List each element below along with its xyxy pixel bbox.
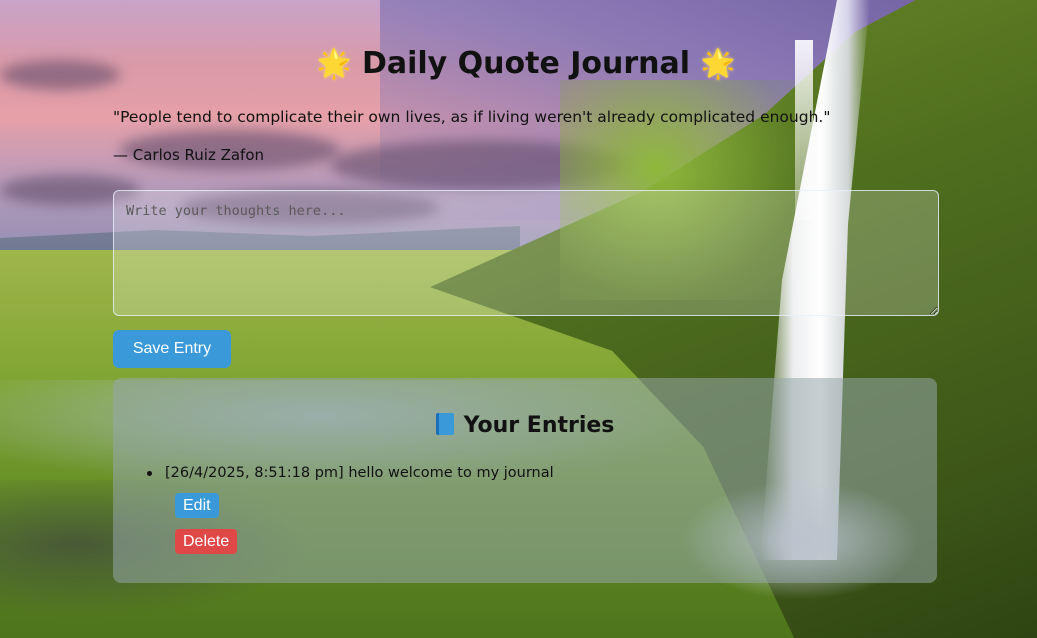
entries-list: [26/4/2025, 8:51:18 pm] hello welcome to… xyxy=(145,462,554,554)
save-entry-button[interactable]: Save Entry xyxy=(113,330,231,368)
page-title: 🌟 Daily Quote Journal 🌟 xyxy=(113,44,939,84)
star-icon: 🌟 xyxy=(316,47,352,80)
entry-text: [26/4/2025, 8:51:18 pm] hello welcome to… xyxy=(165,465,554,481)
edit-button[interactable]: Edit xyxy=(175,493,219,518)
bullet-icon xyxy=(147,471,152,476)
entries-heading-text: Your Entries xyxy=(463,413,615,438)
entries-panel: Your Entries [26/4/2025, 8:51:18 pm] hel… xyxy=(113,378,937,583)
entries-heading: Your Entries xyxy=(113,410,937,442)
quote-author: — Carlos Ruiz Zafon xyxy=(113,146,265,164)
list-item: [26/4/2025, 8:51:18 pm] hello welcome to… xyxy=(145,462,554,554)
delete-button[interactable]: Delete xyxy=(175,529,238,554)
journal-entry-input[interactable] xyxy=(113,190,939,316)
quote-text: "People tend to complicate their own liv… xyxy=(113,108,831,126)
star-icon: 🌟 xyxy=(700,47,736,80)
book-icon xyxy=(435,413,454,435)
entry-actions: Edit Delete xyxy=(165,493,554,554)
page-title-text: Daily Quote Journal xyxy=(361,46,691,81)
